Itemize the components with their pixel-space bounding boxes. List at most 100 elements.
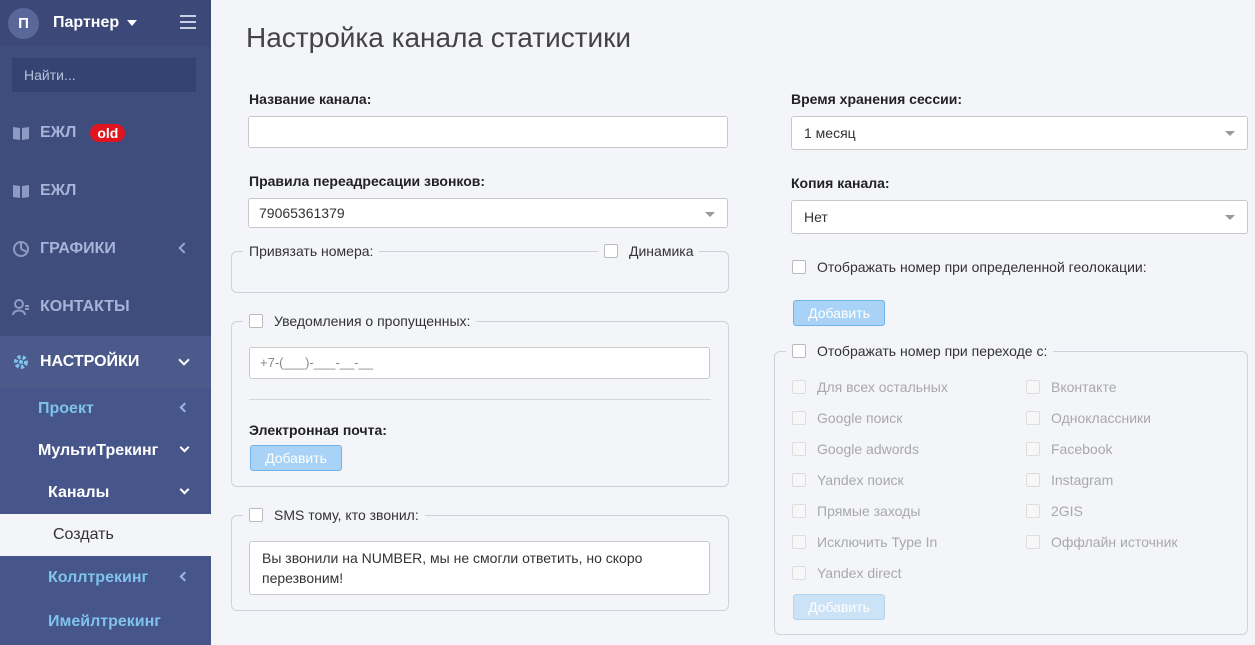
sidebar-item-ezhl[interactable]: ЕЖЛ bbox=[0, 162, 211, 220]
sidebar-subitem-create[interactable]: Создать bbox=[0, 514, 211, 556]
account-menu[interactable]: Партнер bbox=[53, 14, 138, 32]
source-option-label: Исключить Type In bbox=[817, 534, 938, 550]
source-option[interactable]: Для всех остальных bbox=[792, 379, 948, 395]
add-geo-button[interactable]: Добавить bbox=[793, 300, 885, 326]
sms-label: SMS тому, кто звонил: bbox=[274, 507, 419, 523]
add-source-button[interactable]: Добавить bbox=[793, 594, 885, 620]
source-option-label: Yandex direct bbox=[817, 565, 902, 581]
pie-chart-icon bbox=[13, 241, 29, 257]
source-option[interactable]: Оффлайн источник bbox=[1026, 534, 1178, 550]
sidebar-subitem-project[interactable]: Проект bbox=[0, 388, 211, 430]
source-option[interactable]: Yandex direct bbox=[792, 565, 902, 581]
old-badge: old bbox=[90, 124, 126, 142]
subitem-label: МультиТрекинг bbox=[38, 442, 159, 459]
channel-name-input[interactable] bbox=[248, 116, 728, 148]
source-option[interactable]: Одноклассники bbox=[1026, 410, 1151, 426]
subitem-label: Каналы bbox=[48, 484, 110, 501]
chevron-down-icon bbox=[178, 354, 190, 366]
phone-input[interactable]: +7-(___)-___-__-__ bbox=[249, 347, 710, 379]
source-option[interactable]: Instagram bbox=[1026, 472, 1113, 488]
sms-checkbox-row[interactable]: SMS тому, кто звонил: bbox=[243, 507, 425, 523]
settings-submenu: Проект МультиТрекинг Каналы Создать Колл… bbox=[0, 388, 211, 645]
sidebar-item-contacts[interactable]: КОНТАКТЫ bbox=[0, 278, 211, 336]
source-option-label: Оффлайн источник bbox=[1051, 534, 1178, 550]
source-option[interactable]: 2GIS bbox=[1026, 503, 1083, 519]
dynamics-checkbox[interactable] bbox=[604, 244, 618, 258]
sidebar-item-label: КОНТАКТЫ bbox=[40, 298, 130, 315]
subitem-label: Создать bbox=[53, 526, 114, 543]
add-email-button[interactable]: Добавить bbox=[250, 445, 342, 471]
source-option[interactable]: Прямые заходы bbox=[792, 503, 920, 519]
source-label: Отображать номер при переходе с: bbox=[817, 343, 1048, 359]
sidebar-subitem-calltracking[interactable]: Коллтрекинг bbox=[0, 557, 211, 599]
channel-copy-label: Копия канала: bbox=[791, 175, 890, 191]
sidebar: П Партнер Найти... ЕЖЛ old ЕЖЛ ГРАФИКИ К… bbox=[0, 0, 211, 645]
source-option-label: Instagram bbox=[1051, 472, 1114, 488]
sidebar-item-charts[interactable]: ГРАФИКИ bbox=[0, 220, 211, 278]
source-option-checkbox[interactable] bbox=[792, 380, 806, 394]
session-time-label: Время хранения сессии: bbox=[791, 91, 963, 107]
source-option[interactable]: Вконтакте bbox=[1026, 379, 1117, 395]
dynamics-checkbox-row[interactable]: Динамика bbox=[598, 243, 700, 259]
avatar[interactable]: П bbox=[8, 7, 39, 39]
channel-copy-value: Нет bbox=[804, 209, 828, 225]
source-option-label: Прямые заходы bbox=[817, 503, 921, 519]
source-option-checkbox[interactable] bbox=[1026, 411, 1040, 425]
source-checkbox-row[interactable]: Отображать номер при переходе с: bbox=[786, 343, 1054, 359]
sidebar-item-settings[interactable]: НАСТРОЙКИ bbox=[0, 336, 211, 388]
sidebar-item-ezhl-old[interactable]: ЕЖЛ old bbox=[0, 104, 211, 162]
redirect-rules-label: Правила переадресации звонков: bbox=[249, 173, 486, 189]
chevron-left-icon bbox=[178, 242, 190, 254]
source-option-checkbox[interactable] bbox=[792, 535, 806, 549]
sidebar-item-label: НАСТРОЙКИ bbox=[40, 353, 140, 370]
chevron-down-icon bbox=[1225, 215, 1235, 220]
book-icon bbox=[13, 185, 29, 198]
subitem-label: Коллтрекинг bbox=[48, 569, 149, 586]
dynamics-label: Динамика bbox=[629, 243, 694, 259]
channel-copy-select[interactable]: Нет bbox=[791, 200, 1248, 234]
gear-icon bbox=[14, 355, 28, 369]
page-title: Настройка канала статистики bbox=[246, 22, 632, 53]
source-option-label: 2GIS bbox=[1051, 503, 1083, 519]
sms-textarea[interactable]: Вы звонили на NUMBER, мы не смогли ответ… bbox=[249, 541, 710, 595]
source-checkbox[interactable] bbox=[792, 344, 806, 358]
sms-checkbox[interactable] bbox=[249, 508, 263, 522]
session-time-select[interactable]: 1 месяц bbox=[791, 116, 1248, 150]
sidebar-header: П Партнер bbox=[0, 0, 211, 46]
chevron-left-icon bbox=[179, 571, 190, 582]
source-option-label: Для всех остальных bbox=[817, 379, 948, 395]
source-option[interactable]: Google adwords bbox=[792, 441, 919, 457]
sidebar-subitem-multitracking[interactable]: МультиТрекинг bbox=[0, 430, 211, 472]
geo-checkbox-row[interactable]: Отображать номер при определенной геолок… bbox=[792, 259, 1147, 275]
chevron-down-icon bbox=[705, 212, 715, 217]
source-option-checkbox[interactable] bbox=[1026, 535, 1040, 549]
caret-down-icon bbox=[127, 19, 138, 26]
source-option-label: Google adwords bbox=[817, 441, 919, 457]
source-option[interactable]: Исключить Type In bbox=[792, 534, 937, 550]
chevron-down-icon bbox=[179, 442, 190, 453]
sidebar-subitem-channels[interactable]: Каналы bbox=[0, 472, 211, 514]
sidebar-subitem-emailtracking[interactable]: Имейлтрекинг bbox=[0, 601, 211, 643]
sidebar-search-input[interactable]: Найти... bbox=[12, 58, 196, 92]
source-option[interactable]: Facebook bbox=[1026, 441, 1112, 457]
hamburger-menu-icon[interactable] bbox=[180, 15, 196, 33]
source-option-checkbox[interactable] bbox=[792, 504, 806, 518]
source-option-checkbox[interactable] bbox=[1026, 504, 1040, 518]
source-option-checkbox[interactable] bbox=[792, 442, 806, 456]
source-option-checkbox[interactable] bbox=[792, 473, 806, 487]
source-option-label: Одноклассники bbox=[1051, 410, 1152, 426]
source-option-checkbox[interactable] bbox=[792, 566, 806, 580]
source-option[interactable]: Google поиск bbox=[792, 410, 902, 426]
missed-calls-checkbox-row[interactable]: Уведомления о пропущенных: bbox=[243, 313, 477, 329]
source-option[interactable]: Yandex поиск bbox=[792, 472, 904, 488]
missed-calls-label: Уведомления о пропущенных: bbox=[274, 313, 471, 329]
source-option-checkbox[interactable] bbox=[1026, 473, 1040, 487]
geo-checkbox[interactable] bbox=[792, 260, 806, 274]
source-option-checkbox[interactable] bbox=[1026, 442, 1040, 456]
session-time-value: 1 месяц bbox=[804, 125, 856, 141]
source-option-checkbox[interactable] bbox=[1026, 380, 1040, 394]
source-option-checkbox[interactable] bbox=[792, 411, 806, 425]
missed-calls-checkbox[interactable] bbox=[249, 314, 263, 328]
source-option-label: Google поиск bbox=[817, 410, 903, 426]
redirect-rules-select[interactable]: 79065361379 bbox=[248, 198, 728, 228]
